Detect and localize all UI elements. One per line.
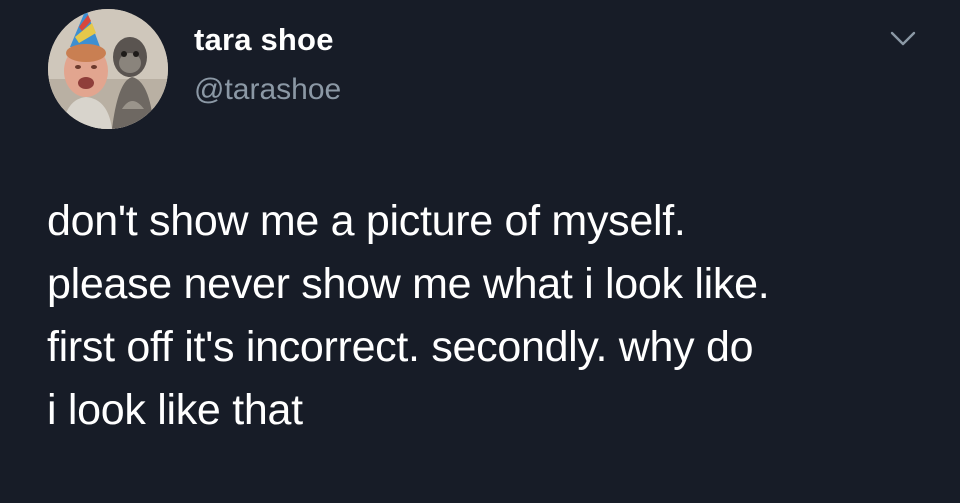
author-handle[interactable]: @tarashoe	[194, 73, 341, 107]
tweet-text-line: don't show me a picture of myself.	[47, 197, 686, 245]
profile-photo-avatar-icon	[48, 9, 168, 129]
tweet-text: don't show me a picture of myself. pleas…	[47, 190, 927, 442]
tweet-card: tara shoe @tarashoe don't show me a pict…	[0, 0, 960, 503]
author-display-name[interactable]: tara shoe	[194, 22, 334, 58]
tweet-text-line: first off it's incorrect. secondly. why …	[47, 323, 754, 371]
tweet-text-line: i look like that	[47, 386, 303, 434]
author-avatar[interactable]	[48, 9, 168, 129]
tweet-text-line: please never show me what i look like.	[47, 260, 770, 308]
chevron-down-icon[interactable]	[888, 26, 918, 50]
